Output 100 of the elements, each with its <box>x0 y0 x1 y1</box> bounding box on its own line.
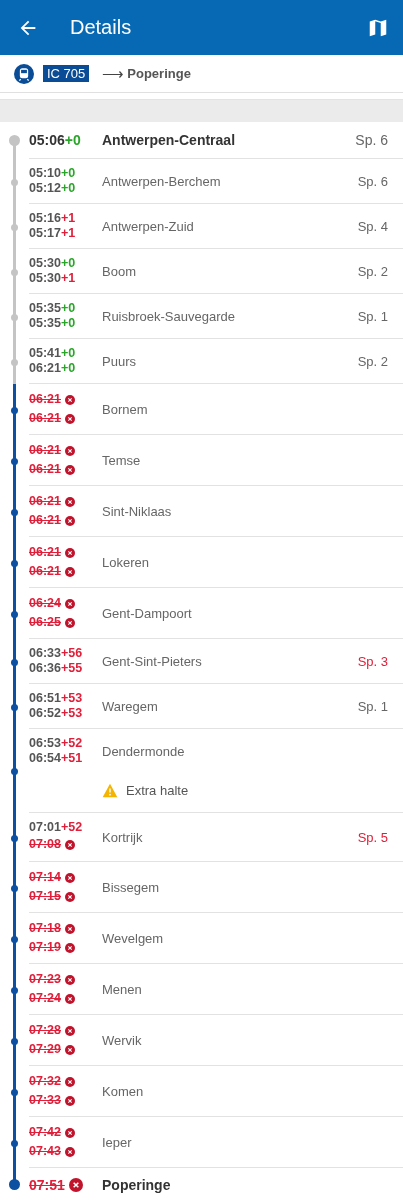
cancelled-icon <box>65 547 75 558</box>
cancelled-icon <box>65 413 75 424</box>
cancelled-time: 06:21 <box>29 391 61 408</box>
platform-label: Sp. 6 <box>355 132 388 148</box>
stop-time: 05:41+0 <box>29 346 76 361</box>
cancelled-icon <box>65 1127 75 1138</box>
station-name: Boom <box>102 263 137 279</box>
cancelled-icon <box>65 923 75 934</box>
cancelled-time: 07:24 <box>29 990 61 1007</box>
cancelled-time: 07:14 <box>29 869 61 886</box>
cancelled-icon <box>65 598 75 609</box>
cancelled-time: 07:33 <box>29 1092 61 1109</box>
cancelled-icon <box>65 617 75 628</box>
stop-time: 06:53+52 <box>29 736 83 751</box>
cancelled-icon <box>65 872 75 883</box>
platform-label: Sp. 3 <box>357 653 388 669</box>
stop-time: 05:30+0 <box>29 256 76 271</box>
cancelled-time: 06:21 <box>29 461 61 478</box>
stop-note: Extra halte <box>126 783 189 798</box>
cancelled-icon <box>65 445 75 456</box>
cancelled-icon <box>65 993 75 1004</box>
station-name: Menen <box>102 981 143 997</box>
cancelled-time: 07:43 <box>29 1143 61 1160</box>
screen-title: Details <box>70 16 133 39</box>
stop-time: 06:52+53 <box>29 706 83 721</box>
cancelled-time: 07:42 <box>29 1124 61 1141</box>
station-name: Wevelgem <box>102 930 165 946</box>
station-name: Antwerpen-Zuid <box>102 218 195 234</box>
station-name: Ieper <box>102 1134 133 1150</box>
station-name: Antwerpen-Centraal <box>102 132 237 148</box>
stop-time: 05:16+1 <box>29 211 76 226</box>
station-name: Dendermonde <box>102 743 186 759</box>
station-name: Sint-Niklaas <box>102 503 173 519</box>
cancelled-time: 07:29 <box>29 1041 61 1058</box>
cancelled-icon <box>65 496 75 507</box>
station-name: Antwerpen-Berchem <box>102 173 222 189</box>
platform-label: Sp. 2 <box>357 353 388 369</box>
stop-time: 05:12+0 <box>29 181 76 196</box>
cancelled-time: 06:24 <box>29 595 61 612</box>
cancelled-time: 07:18 <box>29 920 61 937</box>
cancelled-icon <box>65 464 75 475</box>
station-name: Kortrijk <box>102 829 144 845</box>
cancelled-icon <box>68 1178 83 1192</box>
cancelled-time: 07:23 <box>29 971 61 988</box>
cancelled-time: 06:21 <box>29 512 61 529</box>
cancelled-time: 07:15 <box>29 888 61 905</box>
cancelled-icon <box>65 1044 75 1055</box>
cancelled-time: 06:21 <box>29 410 61 427</box>
cancelled-icon <box>65 515 75 526</box>
warning-icon <box>102 783 118 798</box>
cancelled-icon <box>65 1095 75 1106</box>
direction-arrow: ⟶ <box>102 64 125 83</box>
stop-time: 05:10+0 <box>29 166 76 181</box>
cancelled-icon <box>65 1076 75 1087</box>
train-number-label: IC 705 <box>43 65 90 82</box>
station-name: Bornem <box>102 401 149 417</box>
cancelled-icon <box>65 891 75 902</box>
cancelled-time: 06:21 <box>29 493 61 510</box>
station-name: Waregem <box>102 698 159 714</box>
train-icon <box>14 63 34 84</box>
cancelled-time: 07:51 <box>29 1175 65 1195</box>
station-name: Gent-Dampoort <box>102 605 193 621</box>
platform-label: Sp. 1 <box>357 308 388 324</box>
cancelled-icon <box>65 1025 75 1036</box>
cancelled-time: 06:25 <box>29 614 61 631</box>
cancelled-icon <box>65 942 75 953</box>
cancelled-time: 07:32 <box>29 1073 61 1090</box>
station-name: Gent-Sint-Pieters <box>102 653 203 669</box>
cancelled-icon <box>65 394 75 405</box>
stop-time: 06:36+55 <box>29 661 83 676</box>
cancelled-icon <box>65 1146 75 1157</box>
station-name: Komen <box>102 1083 145 1099</box>
stop-time: 07:01+52 <box>29 820 83 835</box>
stop-time: 05:06+0 <box>29 132 81 148</box>
destination-name: Poperinge <box>127 66 191 81</box>
cancelled-time: 06:21 <box>29 544 61 561</box>
cancelled-icon <box>65 839 75 850</box>
stop-time: 06:54+51 <box>29 751 83 766</box>
cancelled-icon <box>65 974 75 985</box>
stop-time: 06:21+0 <box>29 361 76 376</box>
station-name: Lokeren <box>102 554 150 570</box>
cancelled-time: 06:21 <box>29 442 61 459</box>
cancelled-icon <box>65 566 75 577</box>
platform-label: Sp. 4 <box>357 218 388 234</box>
cancelled-time: 06:21 <box>29 563 61 580</box>
cancelled-time: 07:19 <box>29 939 61 956</box>
stop-time: 05:17+1 <box>29 226 76 241</box>
platform-label: Sp. 5 <box>357 829 388 845</box>
platform-label: Sp. 6 <box>357 173 388 189</box>
platform-label: Sp. 2 <box>357 263 388 279</box>
stop-time: 05:35+0 <box>29 316 76 331</box>
station-name: Temse <box>102 452 142 468</box>
platform-label: Sp. 1 <box>357 698 388 714</box>
station-name: Poperinge <box>102 1177 172 1193</box>
stop-time: 06:33+56 <box>29 646 83 661</box>
stop-time: 06:51+53 <box>29 691 83 706</box>
station-name: Bissegem <box>102 879 161 895</box>
stop-time: 05:30+1 <box>29 271 76 286</box>
station-name: Wervik <box>102 1032 143 1048</box>
cancelled-time: 07:28 <box>29 1022 61 1039</box>
